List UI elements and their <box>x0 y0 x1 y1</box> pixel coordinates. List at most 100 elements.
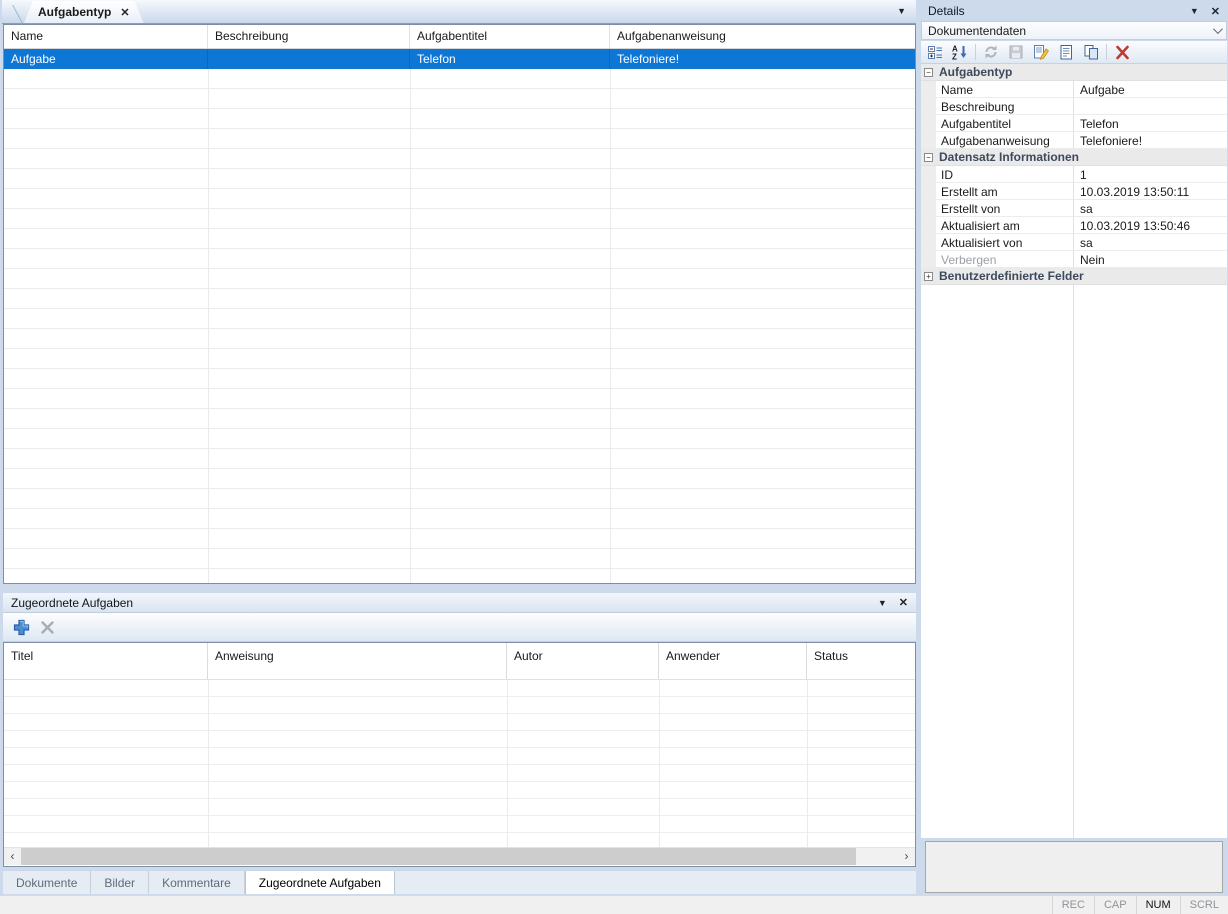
property-value[interactable]: Nein <box>1074 251 1227 267</box>
aufgabentyp-grid: Name Beschreibung Aufgabentitel Aufgaben… <box>3 24 916 584</box>
column-header-anwender[interactable]: Anwender <box>659 643 807 679</box>
selected-grid-row[interactable]: Aufgabe Telefon Telefoniere! <box>4 49 915 69</box>
details-title: Details <box>928 4 1190 18</box>
tab-bilder[interactable]: Bilder <box>91 871 149 894</box>
property-row[interactable]: Erstellt von sa <box>921 200 1227 217</box>
property-row[interactable]: Name Aufgabe <box>921 81 1227 98</box>
property-value[interactable]: 10.03.2019 13:50:11 <box>1074 183 1227 199</box>
tab-aufgabentyp[interactable]: Aufgabentyp ✕ <box>24 1 144 23</box>
assigned-tasks-grid: Titel Anweisung Autor Anwender Status ‹ … <box>3 642 916 867</box>
column-header-aufgabentitel[interactable]: Aufgabentitel <box>410 25 610 48</box>
sort-az-icon: A Z <box>952 44 968 60</box>
property-label: Erstellt am <box>936 183 1074 199</box>
property-row[interactable]: Beschreibung <box>921 98 1227 115</box>
scrollbar-thumb[interactable] <box>21 848 856 865</box>
row-gutter <box>921 115 936 131</box>
property-row[interactable]: Aktualisiert am 10.03.2019 13:50:46 <box>921 217 1227 234</box>
delete-record-button[interactable] <box>1112 42 1132 62</box>
tabstrip-edge-decoration <box>0 5 23 23</box>
assigned-grid-empty-rows <box>4 680 915 847</box>
property-row[interactable]: Erstellt am 10.03.2019 13:50:11 <box>921 183 1227 200</box>
property-label: Name <box>936 81 1074 97</box>
categorized-icon <box>928 45 943 60</box>
group-label: Datensatz Informationen <box>939 150 1079 164</box>
tab-zugeordnete-aufgaben[interactable]: Zugeordnete Aufgaben <box>245 871 395 894</box>
status-cap: CAP <box>1094 896 1136 914</box>
cell-beschreibung[interactable] <box>208 49 410 69</box>
panel-collapse-icon[interactable]: ▼ <box>878 598 887 608</box>
column-header-name[interactable]: Name <box>4 25 208 48</box>
save-button-disabled[interactable] <box>1006 42 1026 62</box>
details-collapse-icon[interactable]: ▼ <box>1190 6 1199 16</box>
row-gutter <box>921 98 936 114</box>
row-gutter <box>921 81 936 97</box>
group-datensatz-informationen[interactable]: − Datensatz Informationen <box>921 149 1227 166</box>
column-header-anweisung[interactable]: Anweisung <box>208 643 507 679</box>
property-label: Aktualisiert am <box>936 217 1074 233</box>
horizontal-scrollbar[interactable]: ‹ › <box>4 847 915 865</box>
chevron-down-icon <box>1213 24 1223 34</box>
app-window: Aufgabentyp ✕ ▼ Name Beschreibung Aufgab… <box>0 0 1228 914</box>
property-grid-empty-area <box>921 285 1227 838</box>
property-label: Beschreibung <box>936 98 1074 114</box>
group-benutzerdefinierte-felder[interactable]: + Benutzerdefinierte Felder <box>921 268 1227 285</box>
sort-alphabetical-button[interactable]: A Z <box>950 42 970 62</box>
refresh-button-disabled[interactable] <box>981 42 1001 62</box>
column-header-titel[interactable]: Titel <box>4 643 208 679</box>
row-gutter <box>921 217 936 233</box>
tab-overflow-icon[interactable]: ▼ <box>897 6 906 16</box>
tab-dokumente[interactable]: Dokumente <box>3 871 91 894</box>
scroll-right-icon[interactable]: › <box>898 848 915 865</box>
property-label: Aufgabentitel <box>936 115 1074 131</box>
tab-kommentare[interactable]: Kommentare <box>149 871 245 894</box>
delete-x-icon <box>40 620 55 635</box>
column-header-autor[interactable]: Autor <box>507 643 659 679</box>
cell-aufgabenanweisung[interactable]: Telefoniere! <box>610 49 915 69</box>
categorized-view-button[interactable] <box>925 42 945 62</box>
property-label: Aufgabenanweisung <box>936 132 1074 148</box>
cell-aufgabentitel[interactable]: Telefon <box>410 49 610 69</box>
column-header-status[interactable]: Status <box>807 643 915 679</box>
document-tabstrip: Aufgabentyp ✕ ▼ <box>2 0 916 24</box>
property-value[interactable]: 1 <box>1074 166 1227 182</box>
edit-button[interactable] <box>1031 42 1051 62</box>
grid-header-row: Name Beschreibung Aufgabentitel Aufgaben… <box>4 25 915 49</box>
property-value[interactable]: Telefon <box>1074 115 1227 131</box>
copy-document-button[interactable] <box>1081 42 1101 62</box>
tab-close-icon[interactable]: ✕ <box>120 6 129 19</box>
add-task-button[interactable] <box>11 617 31 637</box>
property-value[interactable] <box>1074 98 1227 114</box>
delete-task-button-disabled[interactable] <box>37 617 57 637</box>
plus-icon <box>13 619 30 636</box>
group-aufgabentyp[interactable]: − Aufgabentyp <box>921 64 1227 81</box>
copy-icon <box>1084 45 1099 60</box>
property-row[interactable]: Aktualisiert von sa <box>921 234 1227 251</box>
collapse-box-icon[interactable]: − <box>924 68 933 77</box>
column-divider <box>410 69 411 583</box>
collapse-box-icon[interactable]: − <box>924 153 933 162</box>
column-header-beschreibung[interactable]: Beschreibung <box>208 25 410 48</box>
property-value[interactable]: sa <box>1074 234 1227 250</box>
column-divider <box>807 680 808 847</box>
property-value[interactable]: Aufgabe <box>1074 81 1227 97</box>
property-value[interactable]: Telefoniere! <box>1074 132 1227 148</box>
property-row[interactable]: Aufgabenanweisung Telefoniere! <box>921 132 1227 149</box>
panel-close-icon[interactable]: ✕ <box>899 596 908 609</box>
status-scrl: SCRL <box>1180 896 1228 914</box>
property-row-verbergen[interactable]: Verbergen Nein <box>921 251 1227 268</box>
document-button[interactable] <box>1056 42 1076 62</box>
row-gutter <box>921 251 936 267</box>
group-label: Benutzerdefinierte Felder <box>939 269 1084 283</box>
property-label: Aktualisiert von <box>936 234 1074 250</box>
property-row[interactable]: Aufgabentitel Telefon <box>921 115 1227 132</box>
cell-name[interactable]: Aufgabe <box>4 49 208 69</box>
property-value[interactable]: 10.03.2019 13:50:46 <box>1074 217 1227 233</box>
property-value[interactable]: sa <box>1074 200 1227 216</box>
details-close-icon[interactable]: ✕ <box>1211 5 1220 18</box>
property-description-box <box>925 841 1223 893</box>
column-header-aufgabenanweisung[interactable]: Aufgabenanweisung <box>610 25 915 48</box>
expand-box-icon[interactable]: + <box>924 272 933 281</box>
details-combobox[interactable]: Dokumentendaten <box>921 21 1227 40</box>
scroll-left-icon[interactable]: ‹ <box>4 848 21 865</box>
property-row[interactable]: ID 1 <box>921 166 1227 183</box>
